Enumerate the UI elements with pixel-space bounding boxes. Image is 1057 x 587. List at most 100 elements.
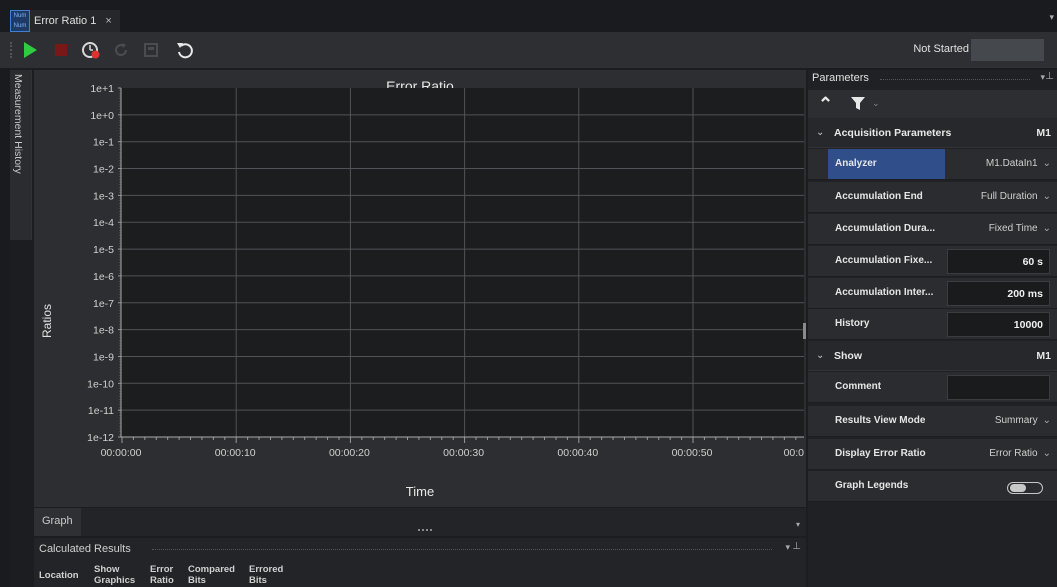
y-tick-label: 1e-11 [88,405,114,417]
close-tab-icon[interactable]: × [105,15,111,27]
y-tick-label: 1e-4 [93,217,114,229]
y-tick-label: 1e-5 [93,244,114,256]
graph-tab-dropdown-icon[interactable]: ▾ [796,520,800,529]
accumulation-end-dropdown[interactable]: Full Duration ⌄ [981,191,1051,202]
column-header-errored-bits[interactable]: Errored Bits [249,564,283,586]
param-row-results-view-mode[interactable]: Results View Mode Summary ⌄ [808,406,1057,437]
analyzer-dropdown[interactable]: M1.DataIn1 ⌄ [986,158,1051,169]
run-status-indicator [971,39,1044,61]
x-tick-label: 00:00:10 [215,447,256,459]
column-header-location[interactable]: Location [39,570,79,581]
filter-dropdown-icon[interactable]: ⌄ [872,98,880,109]
section-show[interactable]: ⌄ Show M1 [808,341,1057,371]
param-label: Accumulation End [835,191,923,202]
x-tick-label: 00:00:30 [443,447,484,459]
chevron-down-icon[interactable]: ⌄ [816,350,824,361]
param-row-accumulation-interval[interactable]: Accumulation Inter... 200 ms [808,278,1057,309]
y-tick-label: 1e-3 [93,190,114,202]
section-label: Show [834,350,862,362]
chevron-down-icon[interactable]: ⌄ [816,127,824,138]
display-error-ratio-dropdown[interactable]: Error Ratio ⌄ [989,448,1051,459]
calculated-results-title: Calculated Results [39,543,131,555]
run-button[interactable] [19,39,41,61]
x-tick-label: 00:00:50 [672,447,713,459]
timer-button[interactable] [80,39,102,61]
stop-button[interactable] [50,39,72,61]
app-icon-top: Num [13,13,27,19]
export-button[interactable] [140,39,162,61]
filter-icon[interactable] [851,97,865,111]
param-label: Graph Legends [835,480,909,491]
app-icon-bottom: Num [13,23,27,29]
parameters-title: Parameters [812,72,869,84]
panel-menu-icon[interactable]: ▾ [785,542,790,553]
param-row-accumulation-end[interactable]: Accumulation End Full Duration ⌄ [808,182,1057,213]
y-tick-label: 1e-7 [93,298,114,310]
main-toolbar: Not Started [0,32,1057,68]
chart-plot: 1e+1 1e+0 1e-1 1e-2 1e-3 1e-4 1e-5 1e-6 1e-7 1e-8… [87,83,805,459]
undo-button[interactable] [174,39,196,61]
x-tick-label: 00:0 [784,447,805,459]
param-row-analyzer[interactable]: Analyzer M1.DataIn1 ⌄ [808,149,1057,180]
y-tick-label: 1e-12 [87,432,114,444]
param-label: Accumulation Inter... [835,287,934,298]
refresh-button[interactable] [110,39,132,61]
section-label: Acquisition Parameters [834,127,952,139]
chevron-down-icon: ⌄ [1042,448,1051,459]
column-header-show-graphics[interactable]: Show Graphics [94,564,135,586]
param-row-graph-legends[interactable]: Graph Legends [808,471,1057,502]
tab-list-dropdown-icon[interactable]: ▾ [1049,12,1054,23]
param-label: Accumulation Fixe... [835,255,933,266]
chevron-down-icon: ⌄ [1042,158,1051,169]
param-row-history[interactable]: History 10000 [808,309,1057,340]
document-tab[interactable]: Error Ratio 1 × [30,10,120,32]
error-ratio-chart[interactable]: Error Ratio 1e+1 1e+0 1e-1 1e-2 1e-3 1e-4 1e-5… [34,70,806,507]
results-view-mode-dropdown[interactable]: Summary ⌄ [995,415,1051,426]
tab-graph[interactable]: Graph [34,508,81,536]
history-input[interactable]: 10000 [947,312,1050,337]
app-icon: Num Num [10,10,30,32]
param-label: Display Error Ratio [835,448,926,459]
accumulation-interval-input[interactable]: 200 ms [947,281,1050,306]
y-tick-label: 1e-8 [93,325,114,337]
chevron-down-icon: ⌄ [1042,223,1051,234]
measurement-history-label: Measurement History [12,74,24,174]
y-tick-label: 1e-9 [93,351,114,363]
param-label: Comment [835,381,882,392]
column-header-error-ratio[interactable]: Error Ratio [150,564,174,586]
param-label: History [835,318,870,329]
collapse-all-icon[interactable]: ⌃ [818,94,833,114]
graph-legends-toggle[interactable] [1007,482,1043,494]
plot-area [121,88,804,437]
pin-icon[interactable]: ⊥ [792,541,801,552]
export-icon [144,43,158,57]
graph-tab-bar: ▾ [34,508,806,536]
accumulation-duration-dropdown[interactable]: Fixed Time ⌄ [989,223,1051,234]
refresh-icon [115,43,128,57]
section-acquisition-parameters[interactable]: ⌄ Acquisition Parameters M1 [808,118,1057,148]
param-row-comment[interactable]: Comment [808,372,1057,403]
x-tick-label: 00:00:40 [557,447,598,459]
column-header-compared-bits[interactable]: Compared Bits [188,564,235,586]
panel-header-grip [880,79,1030,80]
param-row-display-error-ratio[interactable]: Display Error Ratio Error Ratio ⌄ [808,439,1057,470]
timer-icon [82,42,100,59]
undo-icon [177,43,193,59]
y-tick-label: 1e+1 [90,83,114,95]
chart-splitter-grip[interactable] [803,323,806,339]
param-label: Accumulation Dura... [835,223,936,234]
run-status-label: Not Started [913,43,969,55]
section-tag: M1 [1036,350,1051,362]
calculated-results-panel: Calculated Results ▾ ⊥ Location Show Gra… [34,538,806,587]
chevron-down-icon: ⌄ [1042,191,1051,202]
comment-input[interactable] [947,375,1050,400]
param-row-accumulation-fixed[interactable]: Accumulation Fixe... 60 s [808,246,1057,277]
panel-splitter[interactable] [418,529,432,531]
toolbar-grip[interactable] [10,42,12,58]
accumulation-fixed-input[interactable]: 60 s [947,249,1050,274]
chart-y-axis-label: Ratios [40,303,54,338]
param-row-accumulation-duration[interactable]: Accumulation Dura... Fixed Time ⌄ [808,214,1057,245]
pin-icon[interactable]: ⊥ [1045,71,1054,82]
x-tick-label: 00:00:00 [101,447,142,459]
param-label: Analyzer [828,149,945,179]
